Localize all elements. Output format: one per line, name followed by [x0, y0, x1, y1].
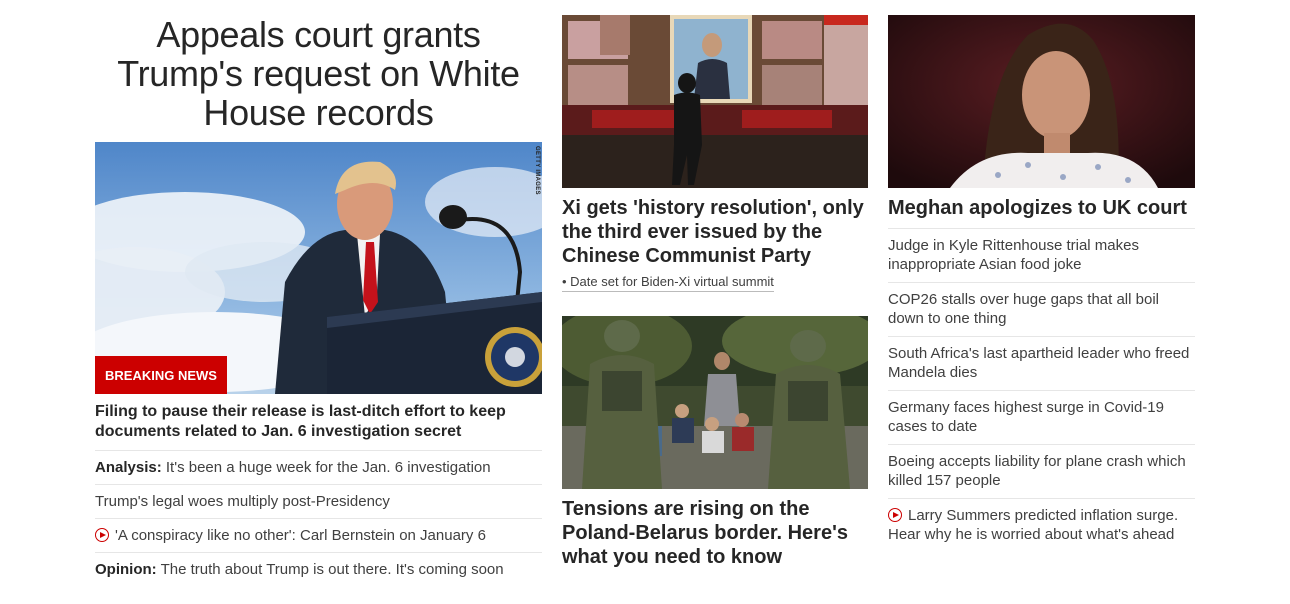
link-text: Larry Summers predicted inflation surge.…: [888, 507, 1179, 543]
link-text: The truth about Trump is out there. It's…: [160, 561, 504, 578]
link-text: 'A conspiracy like no other': Carl Berns…: [115, 527, 486, 544]
border-story-title[interactable]: Tensions are rising on the Poland-Belaru…: [562, 489, 868, 569]
lead-image[interactable]: GETTY IMAGES BREAKING NEWS: [95, 142, 542, 394]
play-icon: [888, 508, 902, 522]
list-item[interactable]: Analysis: It's been a huge week for the …: [95, 450, 542, 484]
lead-subheadline[interactable]: Filing to pause their release is last-di…: [95, 394, 542, 450]
link-text: Germany faces highest surge in Covid-19 …: [888, 399, 1164, 435]
list-item[interactable]: Germany faces highest surge in Covid-19 …: [888, 390, 1195, 444]
lead-story-column: Appeals court grants Trump's request on …: [95, 15, 542, 586]
border-photo-illustration: [562, 316, 868, 489]
link-text: Trump's legal woes multiply post-Preside…: [95, 493, 390, 510]
link-text: It's been a huge week for the Jan. 6 inv…: [165, 459, 491, 476]
list-item[interactable]: 'A conspiracy like no other': Carl Berns…: [95, 518, 542, 552]
right-column: Meghan apologizes to UK court Judge in K…: [888, 15, 1195, 552]
xi-related-link[interactable]: Date set for Biden-Xi virtual summit: [562, 274, 774, 292]
link-prefix: Opinion:: [95, 561, 157, 578]
meghan-story-title[interactable]: Meghan apologizes to UK court: [888, 188, 1195, 228]
lead-related-list: Analysis: It's been a huge week for the …: [95, 450, 542, 586]
list-item[interactable]: Opinion: The truth about Trump is out th…: [95, 552, 542, 586]
list-item[interactable]: COP26 stalls over huge gaps that all boi…: [888, 282, 1195, 336]
list-item[interactable]: South Africa's last apartheid leader who…: [888, 336, 1195, 390]
link-text: COP26 stalls over huge gaps that all boi…: [888, 291, 1159, 327]
right-headlines-list: Judge in Kyle Rittenhouse trial makes in…: [888, 228, 1195, 552]
xi-story-image[interactable]: [562, 15, 868, 188]
meghan-story-image[interactable]: [888, 15, 1195, 188]
link-text: Judge in Kyle Rittenhouse trial makes in…: [888, 237, 1139, 273]
middle-column: Xi gets 'history resolution', only the t…: [562, 15, 868, 569]
link-text: South Africa's last apartheid leader who…: [888, 345, 1190, 381]
meghan-photo-illustration: [888, 15, 1195, 188]
breaking-news-badge: BREAKING NEWS: [95, 356, 227, 394]
photo-credit: GETTY IMAGES: [534, 146, 540, 195]
xi-photo-illustration: [562, 15, 868, 188]
list-item[interactable]: Judge in Kyle Rittenhouse trial makes in…: [888, 228, 1195, 282]
lead-headline[interactable]: Appeals court grants Trump's request on …: [95, 15, 542, 142]
link-text: Boeing accepts liability for plane crash…: [888, 453, 1186, 489]
link-prefix: Analysis:: [95, 459, 162, 476]
xi-story-title[interactable]: Xi gets 'history resolution', only the t…: [562, 188, 868, 268]
list-item[interactable]: Boeing accepts liability for plane crash…: [888, 444, 1195, 498]
list-item[interactable]: Larry Summers predicted inflation surge.…: [888, 498, 1195, 552]
list-item[interactable]: Trump's legal woes multiply post-Preside…: [95, 484, 542, 518]
play-icon: [95, 528, 109, 542]
border-story-image[interactable]: [562, 316, 868, 489]
